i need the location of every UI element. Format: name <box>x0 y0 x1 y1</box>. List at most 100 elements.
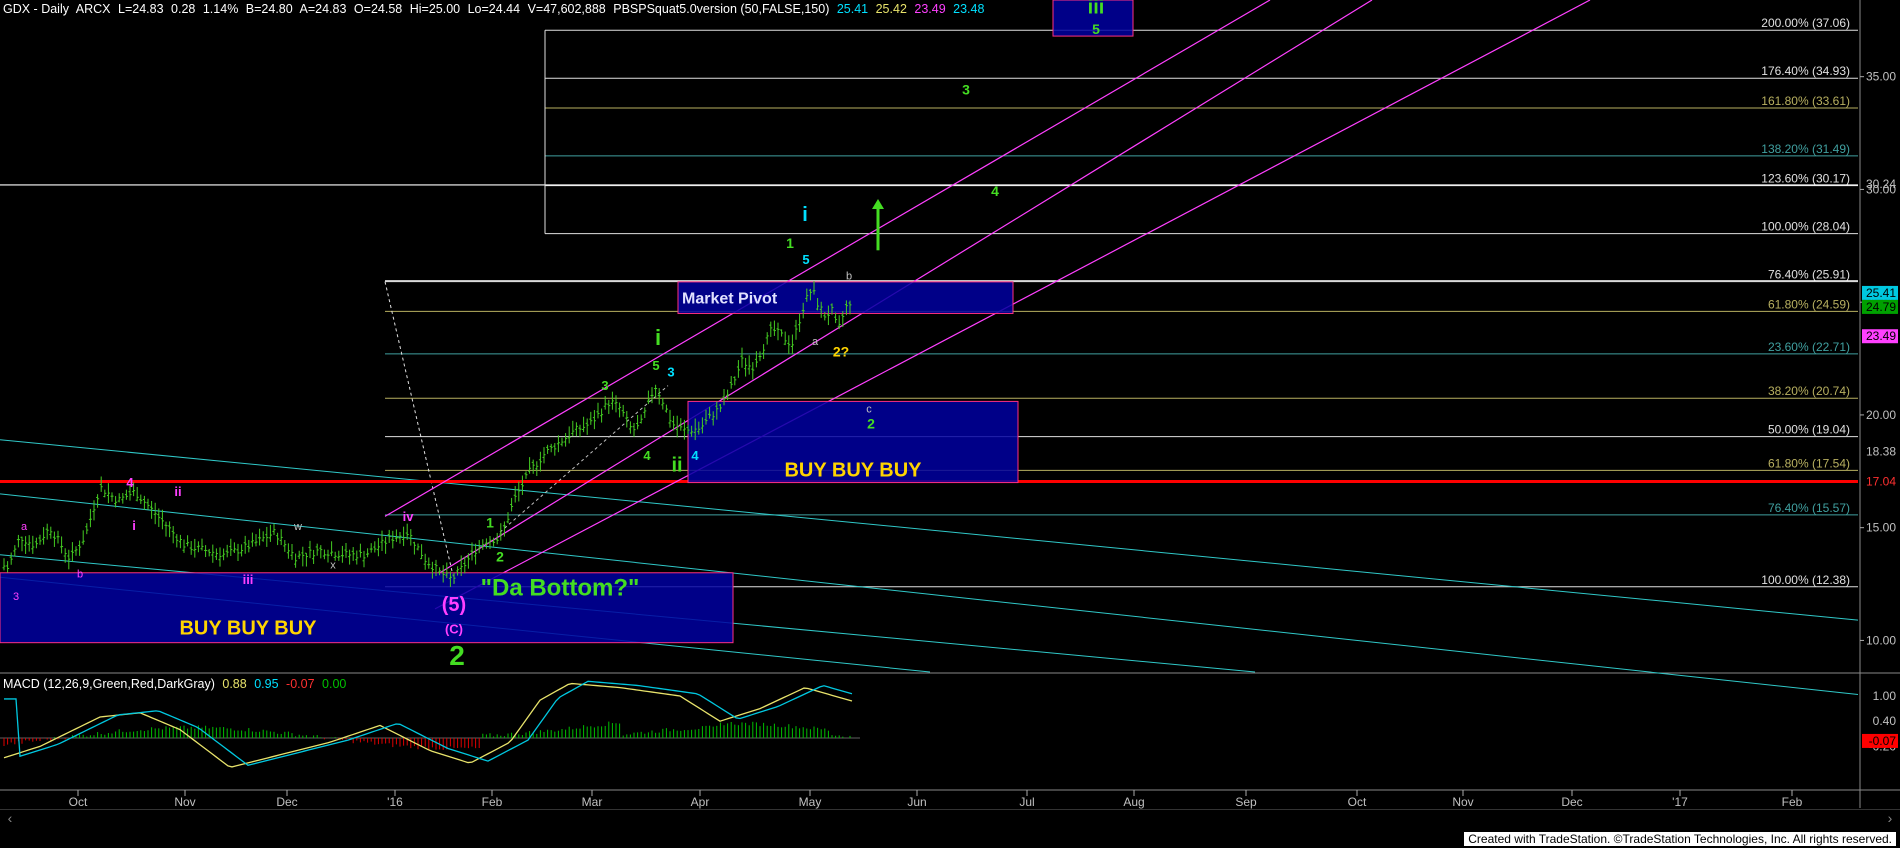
x-tick-label: Sep <box>1235 795 1257 809</box>
wave-label: a <box>21 521 28 533</box>
fib-label: 76.40% (25.91) <box>1768 268 1850 282</box>
wave-label: 3 <box>962 82 970 98</box>
low-price: Lo=24.44 <box>467 2 521 16</box>
wave-label: 2 <box>449 640 465 671</box>
wave-label: x <box>330 559 336 571</box>
wave-label: b <box>846 271 852 283</box>
price-change-pct: 1.14% <box>202 2 239 16</box>
high-price: Hi=25.00 <box>409 2 461 16</box>
axis-price-tag-label: 18.38 <box>1866 444 1896 458</box>
fib-label: 138.20% (31.49) <box>1761 142 1850 156</box>
wave-label: 4 <box>691 448 699 463</box>
x-tick-label: '17 <box>1672 795 1688 809</box>
wave-label: iii <box>243 572 254 587</box>
wave-label: iv <box>403 509 415 524</box>
ask-price: A=24.83 <box>299 2 347 16</box>
indicator-value-1: 25.41 <box>836 2 869 16</box>
wave-label: iii <box>1088 0 1105 19</box>
scroll-left-icon[interactable]: ‹ <box>2 810 18 826</box>
wave-label: 3 <box>601 378 608 393</box>
symbol-label: GDX - Daily <box>3 2 69 16</box>
x-tick-label: Jul <box>1019 795 1034 809</box>
fib-label: 76.40% (15.57) <box>1768 501 1850 515</box>
wave-label: (C) <box>445 622 463 637</box>
wave-label: i <box>802 204 808 226</box>
wave-label: i <box>655 325 661 350</box>
wave-label: w <box>293 521 302 533</box>
fib-label: 50.00% (19.04) <box>1768 423 1850 437</box>
wave-label: 1 <box>486 515 494 531</box>
macd-tick-label: 1.00 <box>1873 689 1897 703</box>
open-price: O=24.58 <box>353 2 403 16</box>
x-tick-label: Nov <box>174 795 195 809</box>
zone-box-label: BUY BUY BUY <box>784 460 922 482</box>
macd-header: MACD (12,26,9,Green,Red,DarkGray) 0.88 0… <box>3 677 350 691</box>
bid-price: B=24.80 <box>245 2 293 16</box>
indicator-value-2: 25.42 <box>875 2 907 16</box>
x-tick-label: Jun <box>907 795 926 809</box>
fib-label: 100.00% (12.38) <box>1761 573 1850 587</box>
x-tick-label: Aug <box>1123 795 1144 809</box>
x-tick-label: Dec <box>1561 795 1582 809</box>
x-tick-label: Dec <box>276 795 297 809</box>
axis-price-tag-label: 17.04 <box>1866 475 1896 489</box>
fib-label: 176.40% (34.93) <box>1761 64 1850 78</box>
zone-box-label: Market Pivot <box>682 291 778 308</box>
macd-name: MACD (12,26,9,Green,Red,DarkGray) <box>3 677 215 691</box>
volume-label: V=47,602,888 <box>527 2 606 16</box>
horizontal-scrollbar[interactable]: ‹ › <box>0 809 1900 826</box>
axis-price-tag-label: 23.49 <box>1866 329 1896 343</box>
price-change: 0.28 <box>171 2 196 16</box>
y-tick-label: 20.00 <box>1866 408 1896 422</box>
fib-label: 61.80% (17.54) <box>1768 456 1850 470</box>
macd-value-3: -0.07 <box>286 677 315 691</box>
fib-label: 100.00% (28.04) <box>1761 220 1850 234</box>
indicator-value-3: 23.49 <box>914 2 946 16</box>
x-tick-label: Oct <box>1348 795 1367 809</box>
wave-label: "Da Bottom?" <box>481 574 640 601</box>
x-tick-label: '16 <box>387 795 403 809</box>
axis-price-tag-label: 30.24 <box>1866 177 1896 191</box>
fib-label: 200.00% (37.06) <box>1761 16 1850 30</box>
y-tick-label: 15.00 <box>1866 521 1896 535</box>
wave-label: 1 <box>786 235 794 251</box>
fib-label: 161.80% (33.61) <box>1761 94 1850 108</box>
wave-label: 2 <box>867 415 875 431</box>
x-tick-label: Apr <box>691 795 710 809</box>
macd-value-1: 0.88 <box>222 677 247 691</box>
y-tick-label: 10.00 <box>1866 633 1896 647</box>
footer-copyright: Created with TradeStation. ©TradeStation… <box>1464 832 1896 846</box>
axis-price-tag-label: 25.41 <box>1866 286 1896 300</box>
exchange-label: ARCX <box>75 2 111 16</box>
scroll-right-icon[interactable]: › <box>1882 810 1898 826</box>
wave-label: 4 <box>126 475 134 490</box>
wave-label: c <box>866 404 872 416</box>
indicator-value-4: 23.48 <box>953 2 985 16</box>
wave-label: b <box>77 568 83 580</box>
x-tick-label: Mar <box>582 795 603 809</box>
wave-label: 4 <box>643 448 651 463</box>
indicator-name: PBSPSquat5.0version (50,FALSE,150) <box>613 2 830 16</box>
chart-header: GDX - Daily ARCX L=24.83 0.28 1.14% B=24… <box>3 2 988 16</box>
wave-label: (5) <box>442 594 466 616</box>
wave-label: 4 <box>991 183 999 199</box>
x-tick-label: Feb <box>482 795 503 809</box>
wave-label: 2 <box>496 549 504 565</box>
x-tick-label: Feb <box>1782 795 1803 809</box>
macd-tick-label: 0.40 <box>1873 714 1897 728</box>
wave-label: 3 <box>13 591 19 603</box>
fib-label: 23.60% (22.71) <box>1768 340 1850 354</box>
wave-label: a <box>812 336 819 348</box>
wave-label: ii <box>174 484 181 499</box>
axis-price-tag-label: 24.79 <box>1866 300 1896 314</box>
wave-label: 5 <box>802 252 809 267</box>
price-chart[interactable]: 200.00% (37.06) 176.40% (34.93) 161.80% (3… <box>0 0 1900 848</box>
macd-value-2: 0.95 <box>254 677 279 691</box>
fib-label: 38.20% (20.74) <box>1768 384 1850 398</box>
fib-label: 61.80% (24.59) <box>1768 297 1850 311</box>
fib-label: 123.60% (30.17) <box>1761 172 1850 186</box>
zone-box-label: BUY BUY BUY <box>179 618 317 640</box>
wave-label: ii <box>671 454 682 476</box>
wave-label: i <box>132 518 136 533</box>
macd-value-4: 0.00 <box>322 677 347 691</box>
